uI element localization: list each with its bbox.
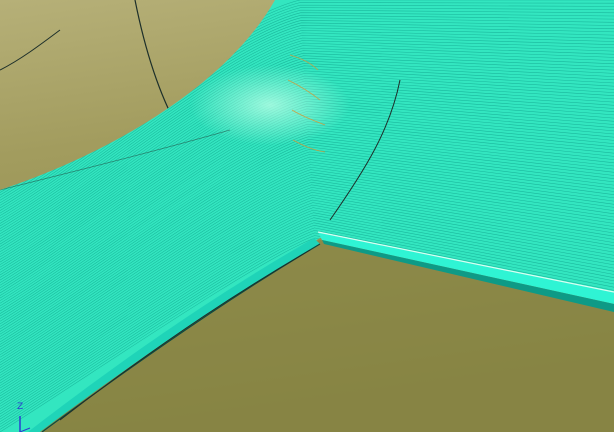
toolpath-scene[interactable] bbox=[0, 0, 614, 432]
highlight-glow bbox=[190, 65, 350, 145]
z-axis-label: Z bbox=[17, 402, 24, 412]
cam-3d-viewport[interactable]: Z bbox=[0, 0, 614, 432]
